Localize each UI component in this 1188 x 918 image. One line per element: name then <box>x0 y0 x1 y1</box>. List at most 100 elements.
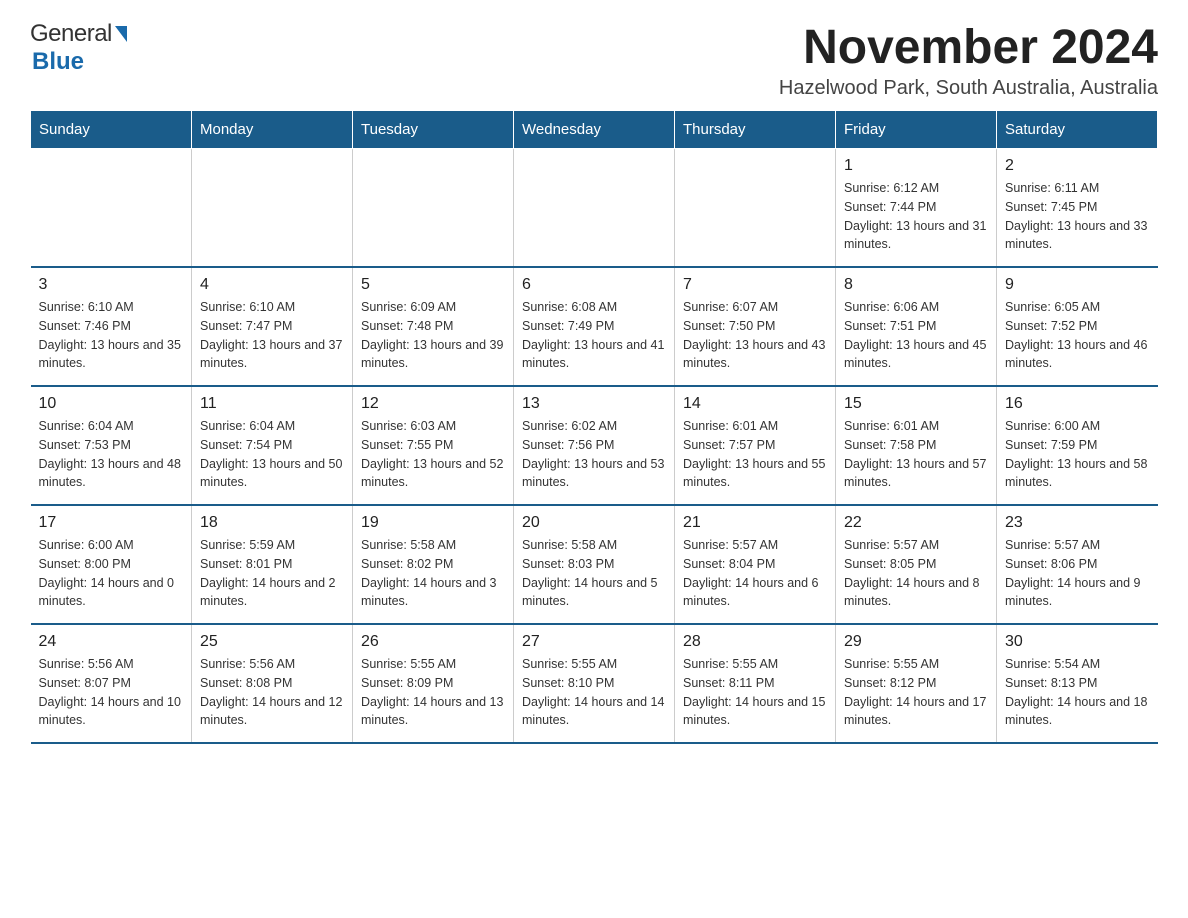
day-info: Sunrise: 6:09 AMSunset: 7:48 PMDaylight:… <box>361 298 505 373</box>
day-number: 18 <box>200 514 344 532</box>
day-number: 23 <box>1005 514 1150 532</box>
day-info: Sunrise: 5:57 AMSunset: 8:05 PMDaylight:… <box>844 536 988 611</box>
weekday-header-tuesday: Tuesday <box>353 111 514 149</box>
calendar-cell: 23 Sunrise: 5:57 AMSunset: 8:06 PMDayligh… <box>997 505 1158 624</box>
day-number: 26 <box>361 633 505 651</box>
day-number: 27 <box>522 633 666 651</box>
calendar-week-row: 3Sunrise: 6:10 AMSunset: 7:46 PMDaylight… <box>31 267 1158 386</box>
day-info: Sunrise: 5:54 AMSunset: 8:13 PMDaylight:… <box>1005 655 1150 730</box>
calendar-cell: 9 Sunrise: 6:05 AMSunset: 7:52 PMDaylight… <box>997 267 1158 386</box>
calendar-week-row: 17Sunrise: 6:00 AMSunset: 8:00 PMDayligh… <box>31 505 1158 624</box>
calendar-cell: 27 Sunrise: 5:55 AMSunset: 8:10 PMDayligh… <box>514 624 675 743</box>
day-number: 15 <box>844 395 988 413</box>
weekday-header-wednesday: Wednesday <box>514 111 675 149</box>
day-number: 20 <box>522 514 666 532</box>
calendar-table: SundayMondayTuesdayWednesdayThursdayFrid… <box>30 110 1158 744</box>
calendar-cell <box>675 149 836 268</box>
calendar-cell: 6 Sunrise: 6:08 AMSunset: 7:49 PMDaylight… <box>514 267 675 386</box>
day-number: 16 <box>1005 395 1150 413</box>
day-info: Sunrise: 5:59 AMSunset: 8:01 PMDaylight:… <box>200 536 344 611</box>
day-number: 30 <box>1005 633 1150 651</box>
calendar-cell: 12 Sunrise: 6:03 AMSunset: 7:55 PMDayligh… <box>353 386 514 505</box>
day-info: Sunrise: 5:56 AMSunset: 8:08 PMDaylight:… <box>200 655 344 730</box>
day-number: 6 <box>522 276 666 294</box>
weekday-header-sunday: Sunday <box>31 111 192 149</box>
weekday-header-thursday: Thursday <box>675 111 836 149</box>
calendar-cell <box>31 149 192 268</box>
calendar-cell: 13 Sunrise: 6:02 AMSunset: 7:56 PMDayligh… <box>514 386 675 505</box>
calendar-cell: 8Sunrise: 6:06 AMSunset: 7:51 PMDaylight… <box>836 267 997 386</box>
day-info: Sunrise: 6:08 AMSunset: 7:49 PMDaylight:… <box>522 298 666 373</box>
day-info: Sunrise: 6:11 AMSunset: 7:45 PMDaylight:… <box>1005 179 1150 254</box>
calendar-cell: 16 Sunrise: 6:00 AMSunset: 7:59 PMDayligh… <box>997 386 1158 505</box>
day-info: Sunrise: 5:57 AMSunset: 8:06 PMDaylight:… <box>1005 536 1150 611</box>
weekday-header-saturday: Saturday <box>997 111 1158 149</box>
calendar-cell: 20 Sunrise: 5:58 AMSunset: 8:03 PMDayligh… <box>514 505 675 624</box>
calendar-cell: 21 Sunrise: 5:57 AMSunset: 8:04 PMDayligh… <box>675 505 836 624</box>
calendar-cell: 3Sunrise: 6:10 AMSunset: 7:46 PMDaylight… <box>31 267 192 386</box>
calendar-cell: 1 Sunrise: 6:12 AMSunset: 7:44 PMDaylight… <box>836 149 997 268</box>
calendar-cell: 25 Sunrise: 5:56 AMSunset: 8:08 PMDayligh… <box>192 624 353 743</box>
day-number: 21 <box>683 514 827 532</box>
calendar-cell: 10 Sunrise: 6:04 AMSunset: 7:53 PMDayligh… <box>31 386 192 505</box>
calendar-cell <box>353 149 514 268</box>
calendar-cell: 22 Sunrise: 5:57 AMSunset: 8:05 PMDayligh… <box>836 505 997 624</box>
calendar-cell: 11Sunrise: 6:04 AMSunset: 7:54 PMDayligh… <box>192 386 353 505</box>
day-info: Sunrise: 6:03 AMSunset: 7:55 PMDaylight:… <box>361 417 505 492</box>
day-number: 19 <box>361 514 505 532</box>
day-info: Sunrise: 6:10 AMSunset: 7:47 PMDaylight:… <box>200 298 344 373</box>
logo-blue-text: Blue <box>32 48 84 75</box>
weekday-header-friday: Friday <box>836 111 997 149</box>
day-number: 17 <box>39 514 184 532</box>
day-info: Sunrise: 5:56 AMSunset: 8:07 PMDaylight:… <box>39 655 184 730</box>
calendar-cell: 17Sunrise: 6:00 AMSunset: 8:00 PMDayligh… <box>31 505 192 624</box>
calendar-cell: 7Sunrise: 6:07 AMSunset: 7:50 PMDaylight… <box>675 267 836 386</box>
day-number: 5 <box>361 276 505 294</box>
day-number: 29 <box>844 633 988 651</box>
day-info: Sunrise: 6:00 AMSunset: 7:59 PMDaylight:… <box>1005 417 1150 492</box>
logo: General Blue <box>30 20 127 76</box>
day-info: Sunrise: 5:57 AMSunset: 8:04 PMDaylight:… <box>683 536 827 611</box>
day-number: 2 <box>1005 157 1150 175</box>
day-info: Sunrise: 5:58 AMSunset: 8:02 PMDaylight:… <box>361 536 505 611</box>
calendar-cell: 4 Sunrise: 6:10 AMSunset: 7:47 PMDaylight… <box>192 267 353 386</box>
day-info: Sunrise: 5:55 AMSunset: 8:10 PMDaylight:… <box>522 655 666 730</box>
calendar-cell: 19 Sunrise: 5:58 AMSunset: 8:02 PMDayligh… <box>353 505 514 624</box>
day-info: Sunrise: 6:01 AMSunset: 7:57 PMDaylight:… <box>683 417 827 492</box>
page-header: General Blue November 2024 Hazelwood Par… <box>30 20 1158 100</box>
day-number: 1 <box>844 157 988 175</box>
day-info: Sunrise: 6:05 AMSunset: 7:52 PMDaylight:… <box>1005 298 1150 373</box>
calendar-cell: 26 Sunrise: 5:55 AMSunset: 8:09 PMDayligh… <box>353 624 514 743</box>
day-info: Sunrise: 6:04 AMSunset: 7:54 PMDaylight:… <box>200 417 344 492</box>
day-info: Sunrise: 6:12 AMSunset: 7:44 PMDaylight:… <box>844 179 988 254</box>
day-info: Sunrise: 5:55 AMSunset: 8:09 PMDaylight:… <box>361 655 505 730</box>
day-number: 25 <box>200 633 344 651</box>
day-info: Sunrise: 6:10 AMSunset: 7:46 PMDaylight:… <box>39 298 184 373</box>
day-info: Sunrise: 5:58 AMSunset: 8:03 PMDaylight:… <box>522 536 666 611</box>
title-area: November 2024 Hazelwood Park, South Aust… <box>779 20 1158 100</box>
day-number: 13 <box>522 395 666 413</box>
calendar-cell: 30 Sunrise: 5:54 AMSunset: 8:13 PMDayligh… <box>997 624 1158 743</box>
calendar-cell: 18 Sunrise: 5:59 AMSunset: 8:01 PMDayligh… <box>192 505 353 624</box>
day-info: Sunrise: 5:55 AMSunset: 8:12 PMDaylight:… <box>844 655 988 730</box>
day-number: 9 <box>1005 276 1150 294</box>
day-number: 4 <box>200 276 344 294</box>
logo-general-text: General <box>30 20 112 48</box>
day-number: 22 <box>844 514 988 532</box>
logo-triangle-icon <box>115 26 127 42</box>
calendar-cell: 14Sunrise: 6:01 AMSunset: 7:57 PMDayligh… <box>675 386 836 505</box>
calendar-cell: 29 Sunrise: 5:55 AMSunset: 8:12 PMDayligh… <box>836 624 997 743</box>
calendar-cell: 28Sunrise: 5:55 AMSunset: 8:11 PMDayligh… <box>675 624 836 743</box>
calendar-cell: 5 Sunrise: 6:09 AMSunset: 7:48 PMDaylight… <box>353 267 514 386</box>
day-number: 12 <box>361 395 505 413</box>
day-number: 10 <box>39 395 184 413</box>
day-number: 7 <box>683 276 827 294</box>
calendar-week-row: 1 Sunrise: 6:12 AMSunset: 7:44 PMDaylight… <box>31 149 1158 268</box>
location-subtitle: Hazelwood Park, South Australia, Austral… <box>779 77 1158 100</box>
day-info: Sunrise: 6:04 AMSunset: 7:53 PMDaylight:… <box>39 417 184 492</box>
day-info: Sunrise: 6:02 AMSunset: 7:56 PMDaylight:… <box>522 417 666 492</box>
calendar-cell: 15Sunrise: 6:01 AMSunset: 7:58 PMDayligh… <box>836 386 997 505</box>
calendar-cell: 2 Sunrise: 6:11 AMSunset: 7:45 PMDaylight… <box>997 149 1158 268</box>
day-info: Sunrise: 5:55 AMSunset: 8:11 PMDaylight:… <box>683 655 827 730</box>
calendar-cell <box>514 149 675 268</box>
